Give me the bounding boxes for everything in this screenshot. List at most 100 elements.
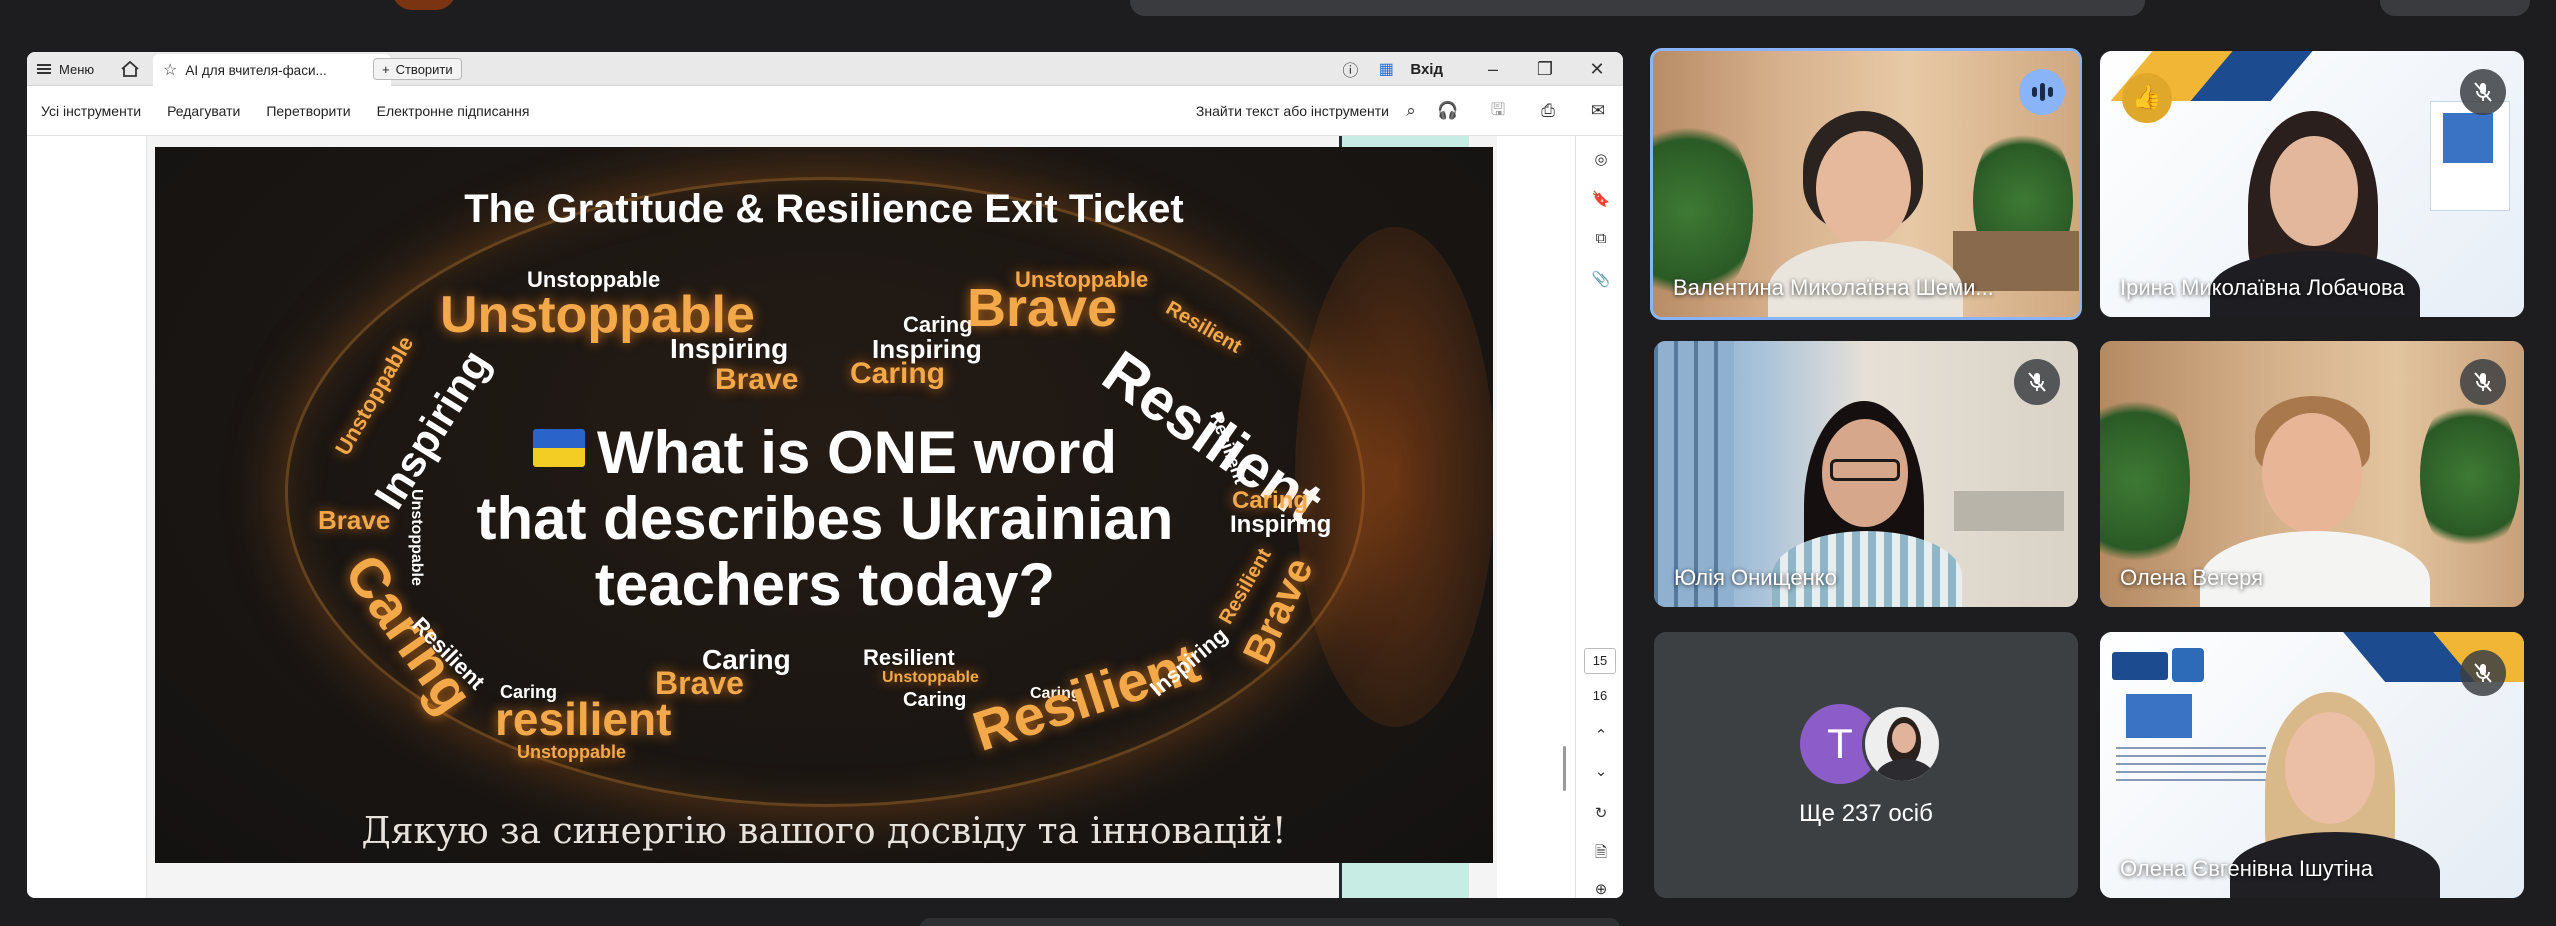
chevron-down-icon[interactable]: ⌄ — [1590, 762, 1612, 784]
slide-title: The Gratitude & Resilience Exit Ticket — [464, 187, 1184, 231]
word: Caring — [702, 644, 791, 675]
menu-label: Меню — [59, 61, 95, 77]
participant-tile[interactable]: Олена Євгенівна Ішутіна — [2100, 632, 2524, 898]
desk — [1954, 491, 2064, 531]
ukraine-flag-icon — [532, 429, 585, 467]
help-icon[interactable]: ⓘ — [1332, 57, 1368, 81]
current-page-field[interactable]: 15 — [1584, 648, 1616, 674]
word: Unstoppable — [882, 669, 979, 686]
top-toolbar-remnant-right — [2380, 0, 2530, 16]
more-participants-tile[interactable]: T Ще 237 осіб — [1654, 632, 2078, 898]
slide-thanks: Дякую за синергію вашого досвіду та інно… — [361, 811, 1287, 852]
plus-icon: + — [382, 61, 390, 77]
chevron-up-icon[interactable]: ⌃ — [1590, 726, 1612, 748]
logo — [2112, 652, 2168, 680]
participant-name: Олена Євгенівна Ішутіна — [2120, 856, 2374, 881]
word: Brave — [715, 363, 799, 396]
restore-icon[interactable]: ❐ — [1519, 59, 1571, 80]
star-icon[interactable]: ☆ — [163, 60, 177, 80]
word: Inspiring — [1230, 511, 1332, 538]
participant-tile-speaking[interactable]: Валентина Миколаївна Шеми... — [1650, 48, 2082, 320]
word: Inspiring — [670, 333, 789, 364]
top-toolbar-remnant — [1130, 0, 2145, 16]
zoom-in-icon[interactable]: ⊕ — [1590, 880, 1612, 898]
tab-bar: Меню ☆ AI для вчителя-фаси... × + Створи… — [27, 52, 1623, 86]
mic-off-icon — [2014, 359, 2060, 405]
headphones-icon[interactable]: 🎧 — [1423, 101, 1473, 121]
top-orange-button — [392, 0, 456, 10]
glasses — [1830, 459, 1900, 481]
logo — [2126, 694, 2192, 738]
hamburger-icon — [37, 64, 51, 74]
minimize-icon[interactable]: – — [1467, 59, 1519, 80]
logo — [2172, 648, 2204, 682]
scrollbar-thumb[interactable] — [1563, 746, 1566, 791]
participant-tile[interactable]: Юлія Онищенко — [1654, 341, 2078, 607]
word: Caring — [850, 357, 946, 390]
refresh-icon[interactable]: ↻ — [1590, 804, 1612, 826]
slide-question: What is ONE word that describes Ukrainia… — [405, 420, 1245, 618]
question-line-3: teachers today? — [594, 551, 1056, 618]
plant — [2420, 391, 2520, 561]
ai-assistant-icon[interactable]: ◎ — [1590, 150, 1612, 172]
tool-edit[interactable]: Редагувати — [167, 103, 240, 119]
thumbs-up-reaction-icon: 👍 — [2122, 73, 2172, 123]
menu-button[interactable]: Меню — [37, 59, 94, 79]
presentation-slide: The Gratitude & Resilience Exit Ticket U… — [155, 147, 1493, 863]
logo — [2443, 113, 2493, 163]
word: resilient — [495, 693, 672, 745]
word: Brave — [967, 278, 1118, 338]
mic-off-icon — [2460, 359, 2506, 405]
page-fit-icon[interactable]: 🗎 — [1590, 842, 1612, 864]
participant-name: Юлія Онищенко — [1674, 565, 1837, 590]
question-line-1: What is ONE word — [596, 419, 1118, 486]
face — [2285, 712, 2375, 824]
toolbar-right: Знайти текст або інструменти ⌕ 🎧 🖫 ⎙ ✉ — [1196, 86, 1623, 136]
bookmark-icon[interactable]: 🔖 — [1590, 190, 1612, 212]
word: Resilient — [863, 645, 955, 670]
page-left-margin — [27, 136, 147, 898]
document-tab[interactable]: ☆ AI для вчителя-фаси... × — [153, 54, 391, 86]
participant-name: Валентина Миколаївна Шеми... — [1673, 275, 1994, 300]
attachment-icon[interactable]: 📎 — [1590, 270, 1612, 292]
participant-tile[interactable]: 👍 Ірина Миколаївна Лобачова — [2100, 51, 2524, 317]
pages-icon[interactable]: ⧉ — [1590, 230, 1612, 252]
create-label: Створити — [395, 61, 453, 77]
avatar — [1862, 704, 1942, 784]
tool-esign[interactable]: Електронне підписання — [377, 103, 530, 119]
tool-all-tools[interactable]: Усі інструменти — [41, 103, 141, 119]
participant-name: Ірина Миколаївна Лобачова — [2120, 275, 2405, 300]
signin-button[interactable]: Вхід — [1404, 61, 1467, 78]
word: Caring — [903, 689, 967, 711]
tools-toolbar: Усі інструменти Редагувати Перетворити Е… — [27, 86, 1623, 136]
total-pages: 16 — [1592, 688, 1608, 703]
question-line-2: that describes Ukrainian — [476, 485, 1174, 552]
tool-convert[interactable]: Перетворити — [266, 103, 350, 119]
mail-icon[interactable]: ✉ — [1573, 101, 1623, 121]
tab-title: AI для вчителя-фаси... — [185, 62, 327, 78]
mic-off-icon — [2460, 650, 2506, 696]
participant-name: Олена Вегеря — [2120, 565, 2264, 590]
word: Brave — [318, 505, 391, 535]
close-window-icon[interactable]: ✕ — [1571, 59, 1623, 80]
save-icon[interactable]: 🖫 — [1473, 97, 1523, 126]
mic-off-icon — [2460, 69, 2506, 115]
home-icon[interactable] — [119, 59, 141, 79]
more-participants-label: Ще 237 осіб — [1799, 800, 1933, 827]
search-icon[interactable]: ⌕ — [1399, 101, 1423, 121]
face — [2270, 136, 2358, 246]
tools-menu: Усі інструменти Редагувати Перетворити Е… — [41, 86, 529, 136]
bottom-controls-remnant — [920, 918, 1620, 926]
face — [2262, 413, 2362, 533]
create-button[interactable]: + Створити — [373, 58, 462, 80]
word: Unstoppable — [517, 742, 627, 762]
face — [1816, 131, 1911, 246]
speaking-indicator-icon — [2019, 69, 2065, 115]
logo-caption — [2116, 747, 2266, 787]
right-sidebar: ◎ 🔖 ⧉ 📎 15 16 ⌃ ⌄ ↻ 🗎 ⊕ — [1575, 136, 1623, 898]
find-input[interactable]: Знайти текст або інструменти — [1196, 103, 1389, 119]
window-controls: ⓘ ▦ Вхід – ❐ ✕ — [1332, 52, 1623, 86]
print-icon[interactable]: ⎙ — [1523, 101, 1573, 121]
participant-tile[interactable]: Олена Вегеря — [2100, 341, 2524, 607]
apps-grid-icon[interactable]: ▦ — [1368, 59, 1404, 79]
